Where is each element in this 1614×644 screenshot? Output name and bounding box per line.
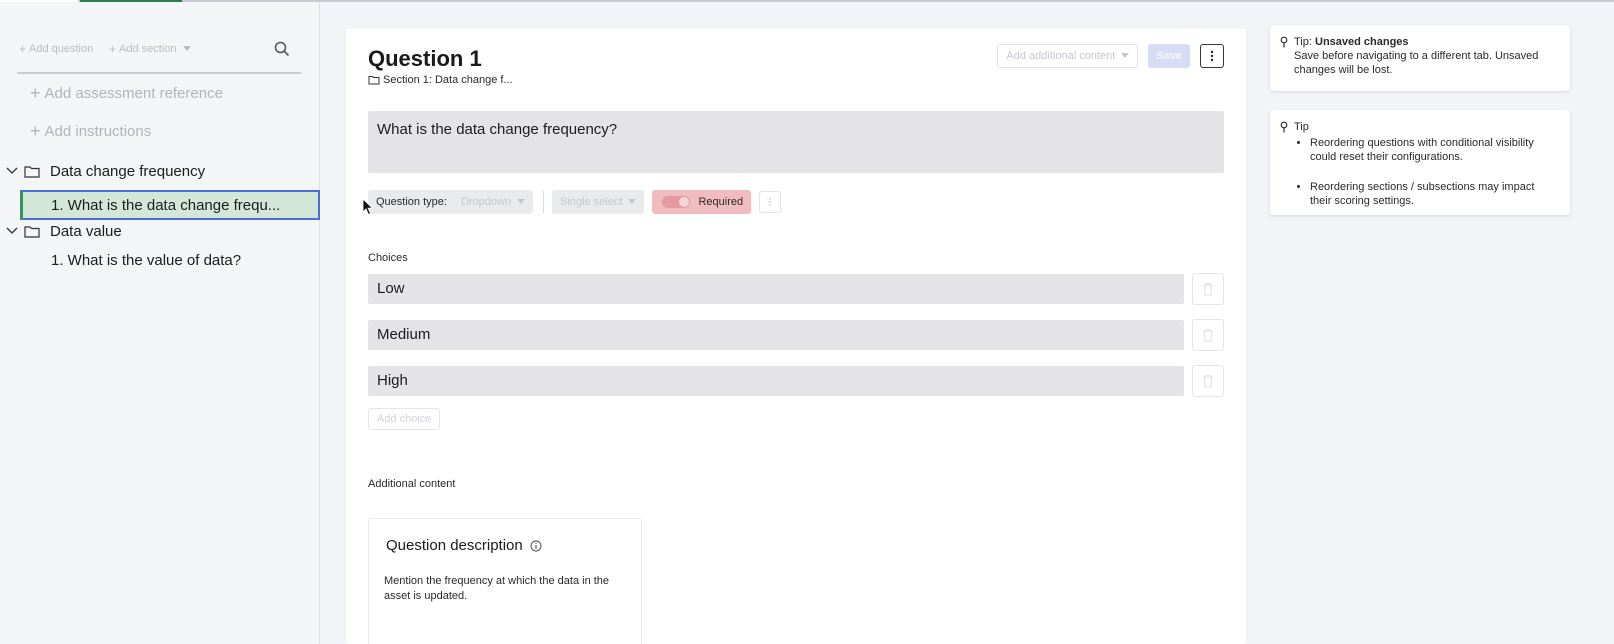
folder-icon	[368, 76, 380, 85]
question-type-row: Question type: Dropdown Single select Re…	[368, 190, 782, 214]
add-section-label: Add section	[119, 43, 177, 55]
choice-input[interactable]: High	[368, 366, 1184, 396]
required-toggle[interactable]: Required	[652, 190, 752, 214]
plus-icon: +	[30, 83, 41, 103]
question-type-label: Question type:	[368, 190, 455, 214]
tip-list: Reordering questions with conditional vi…	[1294, 136, 1558, 208]
info-icon[interactable]	[530, 540, 542, 552]
section-title: Data value	[50, 222, 122, 240]
question-section-reference: Section 1: Data change f...	[368, 74, 513, 86]
required-label: Required	[698, 196, 744, 208]
sidebar: + Add question + Add section + Add asses…	[0, 2, 320, 644]
choice-input[interactable]: Low	[368, 274, 1184, 304]
question-editor-card: Question 1 Section 1: Data change f... A…	[346, 28, 1246, 644]
plus-icon: +	[109, 42, 117, 56]
trash-icon[interactable]	[1192, 365, 1224, 397]
more-vertical-icon[interactable]	[1200, 44, 1224, 68]
tree-question-item-selected[interactable]: 1. What is the data change frequ...	[20, 190, 320, 220]
question-description-body: Mention the frequency at which the data …	[384, 575, 610, 602]
tree-question-item[interactable]: 1. What is the value of data?	[51, 252, 241, 269]
section-title: Data change frequency	[50, 162, 206, 180]
pin-icon	[1280, 36, 1288, 48]
pin-icon	[1280, 121, 1288, 133]
choices-label: Choices	[368, 252, 408, 264]
choice-input[interactable]: Medium	[368, 320, 1184, 350]
tip-header: Tip: Unsaved changes	[1294, 35, 1558, 49]
additional-content-label: Additional content	[368, 478, 456, 490]
tip-title: Unsaved changes	[1315, 36, 1409, 48]
add-assessment-reference-label: Add assessment reference	[44, 84, 223, 102]
add-question-button[interactable]: + Add question	[19, 42, 93, 56]
add-section-button[interactable]: + Add section	[109, 42, 191, 56]
add-question-label: Add question	[29, 43, 94, 55]
folder-icon	[24, 225, 44, 238]
chevron-down-icon[interactable]	[0, 227, 24, 235]
question-title: Question 1	[368, 46, 482, 71]
chevron-down-icon[interactable]	[0, 167, 24, 175]
add-additional-content-label: Add additional content	[1006, 50, 1116, 62]
trash-icon[interactable]	[1192, 273, 1224, 305]
question-type-value: Dropdown	[460, 196, 512, 208]
tree-section-data-value[interactable]: Data value	[0, 220, 122, 242]
tip-prefix: Tip:	[1294, 36, 1315, 48]
question-text-field[interactable]: What is the data change frequency?	[368, 111, 1224, 173]
add-instructions-button[interactable]: + Add instructions	[30, 122, 151, 140]
plus-icon: +	[19, 42, 27, 56]
add-additional-content-button[interactable]: Add additional content	[997, 44, 1139, 68]
tip-unsaved-changes: Tip: Unsaved changes Save before navigat…	[1270, 25, 1570, 91]
cursor-icon	[362, 198, 374, 216]
question-header-actions: Add additional content Save	[997, 44, 1224, 68]
divider	[543, 191, 545, 213]
select-mode-value: Single select	[560, 196, 623, 208]
select-mode-dropdown[interactable]: Single select	[552, 190, 645, 214]
trash-icon[interactable]	[1192, 319, 1224, 351]
caret-down-icon	[628, 199, 637, 204]
save-button[interactable]: Save	[1148, 44, 1190, 68]
tip-body: Save before navigating to a different ta…	[1294, 50, 1539, 76]
sidebar-toolbar: + Add question + Add section	[17, 38, 301, 74]
tip-list-item: Reordering sections / subsections may im…	[1310, 180, 1558, 208]
tree-section-data-change-frequency[interactable]: Data change frequency	[0, 160, 205, 182]
section-reference-label: Section 1: Data change f...	[383, 74, 513, 86]
caret-down-icon	[1121, 53, 1130, 58]
question-description-card[interactable]: Question description Mention the frequen…	[368, 518, 642, 644]
caret-down-icon	[517, 199, 526, 204]
tip-reordering: Tip Reordering questions with conditiona…	[1270, 110, 1570, 215]
tip-title: Tip	[1294, 121, 1309, 133]
toggle-knob	[679, 197, 690, 207]
question-description-header: Question description	[386, 537, 542, 554]
add-instructions-label: Add instructions	[44, 122, 152, 140]
question-description-title: Question description	[386, 537, 523, 554]
question-type-dropdown[interactable]: Dropdown	[454, 190, 534, 214]
search-icon[interactable]	[273, 40, 291, 58]
more-vertical-icon[interactable]	[759, 191, 782, 213]
folder-icon	[24, 165, 44, 178]
plus-icon: +	[30, 121, 41, 141]
add-assessment-reference-button[interactable]: + Add assessment reference	[30, 84, 223, 102]
caret-down-icon	[182, 46, 191, 51]
tip-list-item: Reordering questions with conditional vi…	[1310, 136, 1558, 164]
add-choice-button[interactable]: Add choice	[368, 408, 441, 430]
toggle-switch[interactable]	[662, 196, 691, 208]
